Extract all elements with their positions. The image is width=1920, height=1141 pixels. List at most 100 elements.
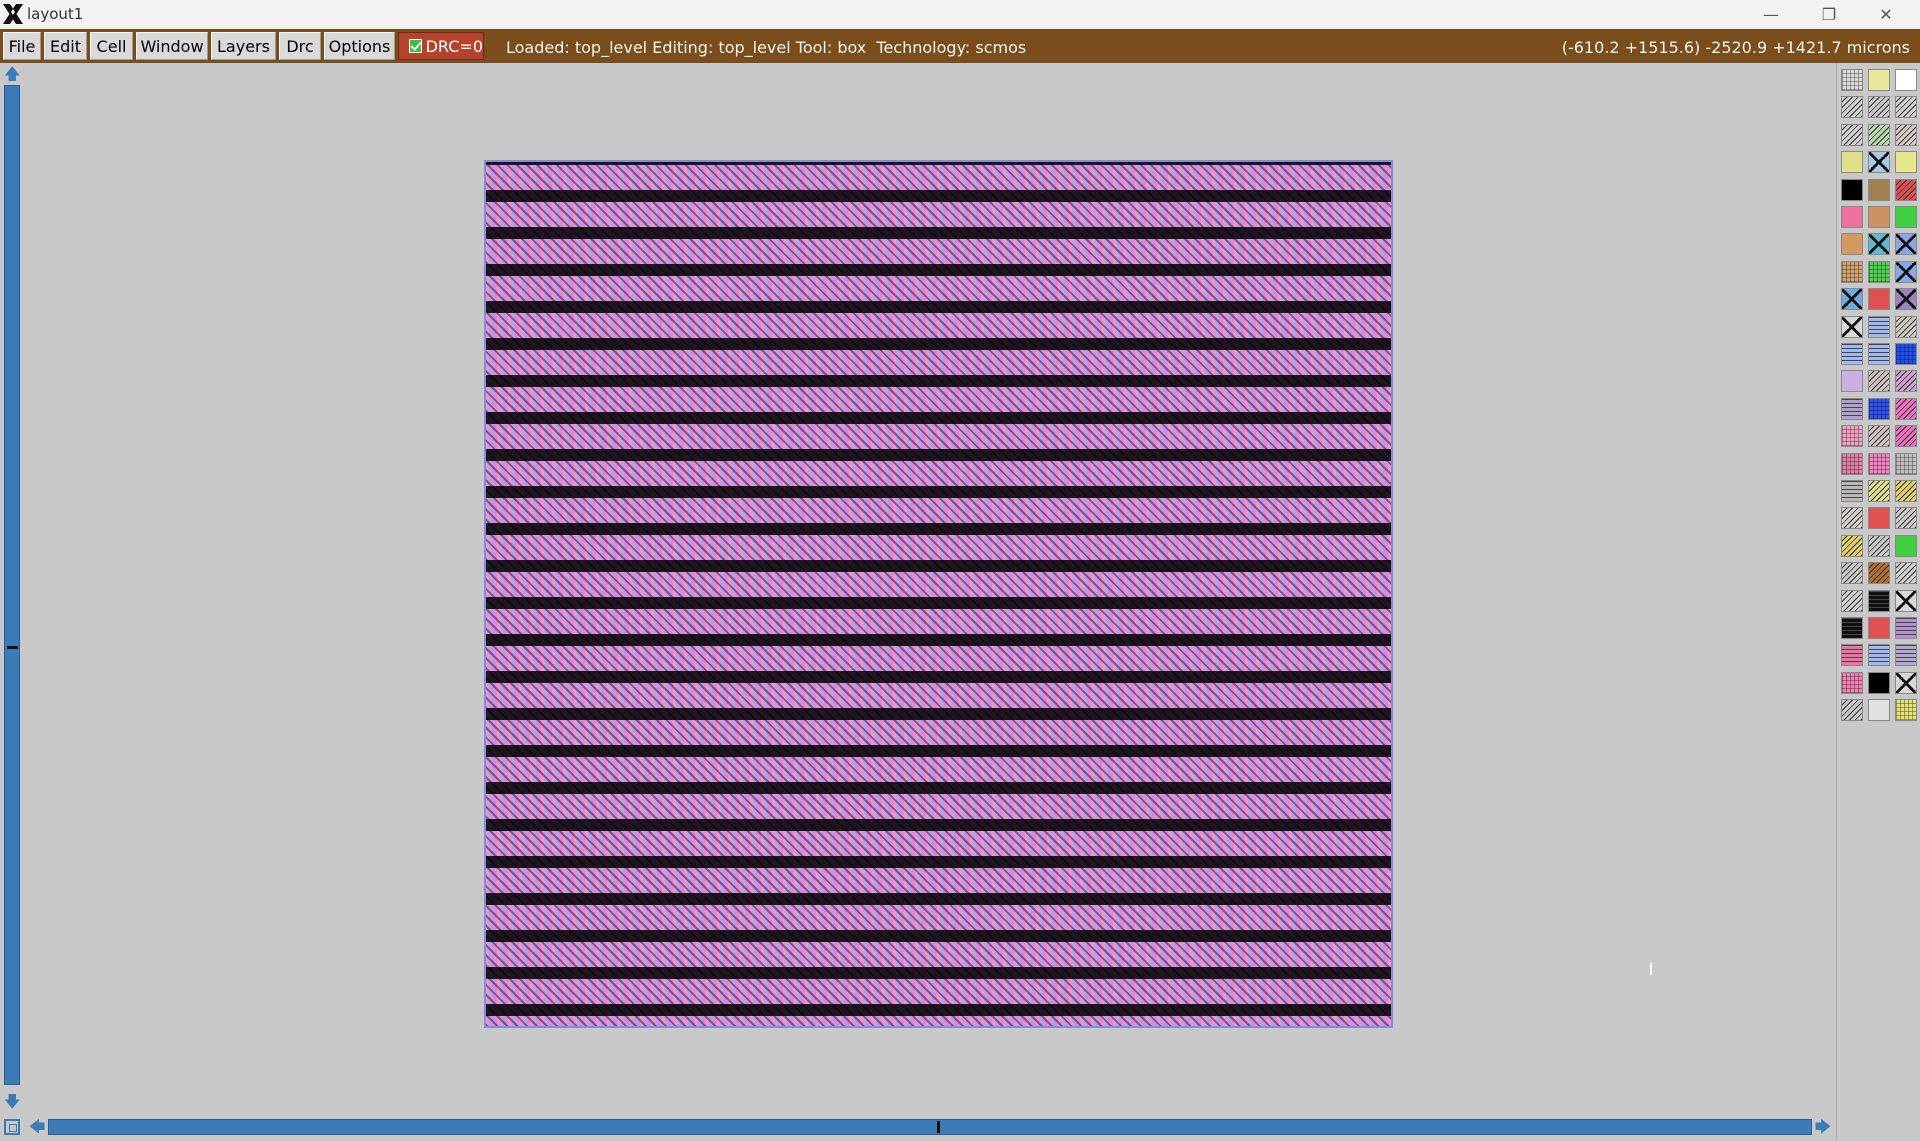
tan-layer-icon[interactable]: [1868, 206, 1890, 228]
top-level-cell-layout[interactable]: [484, 160, 1393, 1028]
black-stripe-layer-icon[interactable]: [1841, 617, 1863, 639]
tan-dotted-layer-icon[interactable]: [1841, 260, 1863, 283]
drc-label: DRC=0: [425, 36, 483, 56]
black-layer-icon[interactable]: [1841, 178, 1863, 201]
red-hatch-layer-icon[interactable]: [1895, 178, 1917, 201]
pink-grid-layer-icon[interactable]: [1841, 452, 1863, 475]
minimize-icon: —: [1763, 4, 1779, 24]
blue-stripe-layer-icon[interactable]: [1868, 315, 1890, 338]
purple-hatch-layer-icon[interactable]: [1895, 370, 1917, 393]
minimize-button[interactable]: —: [1751, 2, 1791, 26]
hatch-layer-icon[interactable]: [1841, 589, 1863, 612]
vertical-scroll-thumb[interactable]: [7, 646, 18, 649]
menu-file[interactable]: File: [3, 32, 41, 60]
pink-stripe-layer-icon[interactable]: [1841, 644, 1863, 667]
status-text: Loaded: top_level Editing: top_level Too…: [506, 38, 1027, 57]
pink-layer-icon[interactable]: [1841, 206, 1863, 228]
window-title: layout1: [27, 5, 84, 23]
hatch-layer-icon[interactable]: [1868, 370, 1890, 393]
purple-stripe-layer-icon[interactable]: [1895, 617, 1917, 639]
menu-edit[interactable]: Edit: [44, 32, 87, 60]
blue-stripe-layer-icon[interactable]: [1841, 343, 1863, 365]
yellow-layer-icon[interactable]: [1895, 151, 1917, 174]
menu-window[interactable]: Window: [136, 32, 208, 60]
yellow-layer-icon[interactable]: [1841, 151, 1863, 174]
grid-layer-icon[interactable]: [1841, 69, 1863, 91]
menu-cell[interactable]: Cell: [90, 32, 133, 60]
blue-x-layer-icon[interactable]: [1841, 288, 1863, 311]
black-x-layer-icon[interactable]: [1841, 315, 1863, 338]
pink-hatch-layer-icon[interactable]: [1895, 397, 1917, 420]
brown-hatch-layer-icon[interactable]: [1868, 562, 1890, 585]
black-stripe-layer-icon[interactable]: [1868, 589, 1890, 612]
close-button[interactable]: ✕: [1866, 2, 1906, 26]
green-layer-icon[interactable]: [1895, 534, 1917, 557]
hatch-layer-icon[interactable]: [1895, 123, 1917, 146]
scroll-left-icon[interactable]: 🡄: [28, 1119, 46, 1135]
pink-dotted-layer-icon[interactable]: [1841, 425, 1863, 448]
hatch-layer-icon[interactable]: [1841, 507, 1863, 530]
blue-stripe-layer-icon[interactable]: [1868, 343, 1890, 365]
yellow-layer-icon[interactable]: [1868, 69, 1890, 91]
outline-layer-icon[interactable]: [1895, 69, 1917, 91]
red-layer-icon[interactable]: [1868, 288, 1890, 311]
brown-layer-icon[interactable]: [1868, 178, 1890, 201]
yellow-dotted-layer-icon[interactable]: [1895, 699, 1917, 722]
hatch-layer-icon[interactable]: [1841, 123, 1863, 146]
teal-x-layer-icon[interactable]: [1868, 233, 1890, 256]
menu-drc[interactable]: Drc: [279, 32, 321, 60]
zoom-box-icon[interactable]: [4, 1119, 20, 1135]
red-layer-icon[interactable]: [1868, 617, 1890, 639]
purple-stripe-layer-icon[interactable]: [1841, 397, 1863, 420]
scroll-down-icon[interactable]: 🡇: [4, 1093, 20, 1111]
yellow-hatch-layer-icon[interactable]: [1868, 480, 1890, 502]
menu-layers[interactable]: Layers: [211, 32, 276, 60]
black-x-layer-icon[interactable]: [1895, 671, 1917, 694]
hatch-layer-icon[interactable]: [1868, 534, 1890, 557]
hatch-layer-icon[interactable]: [1841, 699, 1863, 722]
black-layer-icon[interactable]: [1868, 671, 1890, 694]
yellow-hatch-layer-icon[interactable]: [1841, 534, 1863, 557]
yellow-hatch-layer-icon[interactable]: [1895, 480, 1917, 502]
purple-x-layer-icon[interactable]: [1895, 288, 1917, 311]
hatch-layer-icon[interactable]: [1895, 315, 1917, 338]
hatch-layer-icon[interactable]: [1895, 562, 1917, 585]
scroll-right-icon[interactable]: 🡆: [1814, 1119, 1832, 1135]
hatch-layer-icon[interactable]: [1868, 425, 1890, 448]
dot-grid-layer-icon[interactable]: [1895, 452, 1917, 475]
black-x-layer-icon[interactable]: [1895, 589, 1917, 612]
layout-canvas[interactable]: [24, 63, 1836, 1115]
blue-stripe-layer-icon[interactable]: [1868, 644, 1890, 667]
horizontal-scrollbar[interactable]: 🡄 🡆: [0, 1115, 1836, 1139]
restore-button[interactable]: ❐: [1809, 2, 1849, 26]
blue-check-layer-icon[interactable]: [1895, 343, 1917, 365]
horizontal-scroll-thumb[interactable]: [937, 1121, 940, 1133]
blue-x-layer-icon[interactable]: [1868, 151, 1890, 174]
blue-check-layer-icon[interactable]: [1868, 397, 1890, 420]
hatch-dark-layer-icon[interactable]: [1895, 96, 1917, 119]
horizontal-scroll-track[interactable]: [48, 1119, 1812, 1135]
blue-x-layer-icon[interactable]: [1895, 233, 1917, 256]
green-dotted-layer-icon[interactable]: [1868, 260, 1890, 283]
drc-button[interactable]: DRC=0: [398, 32, 484, 60]
menu-options[interactable]: Options: [324, 32, 395, 60]
grey-stripe-layer-icon[interactable]: [1841, 480, 1863, 502]
scroll-up-icon[interactable]: 🡅: [4, 65, 20, 83]
tan-layer-icon[interactable]: [1841, 233, 1863, 256]
hatch-layer-icon[interactable]: [1841, 562, 1863, 585]
vertical-scroll-track[interactable]: [4, 85, 20, 1085]
red-layer-icon[interactable]: [1868, 507, 1890, 530]
dot-layer-icon[interactable]: [1868, 699, 1890, 722]
hatch-layer-icon[interactable]: [1841, 96, 1863, 119]
blue-x-layer-icon[interactable]: [1895, 260, 1917, 283]
green-layer-icon[interactable]: [1895, 206, 1917, 228]
hatch-light-layer-icon[interactable]: [1868, 96, 1890, 119]
purple-stripe-layer-icon[interactable]: [1895, 644, 1917, 667]
pink-hatch-layer-icon[interactable]: [1895, 425, 1917, 448]
pink-dotted-layer-icon[interactable]: [1868, 452, 1890, 475]
hatch-layer-icon[interactable]: [1895, 507, 1917, 530]
lavender-layer-icon[interactable]: [1841, 370, 1863, 393]
vertical-scrollbar[interactable]: 🡅 🡇: [0, 63, 24, 1120]
pink-grid-layer-icon[interactable]: [1841, 671, 1863, 694]
green-hatch-layer-icon[interactable]: [1868, 123, 1890, 146]
